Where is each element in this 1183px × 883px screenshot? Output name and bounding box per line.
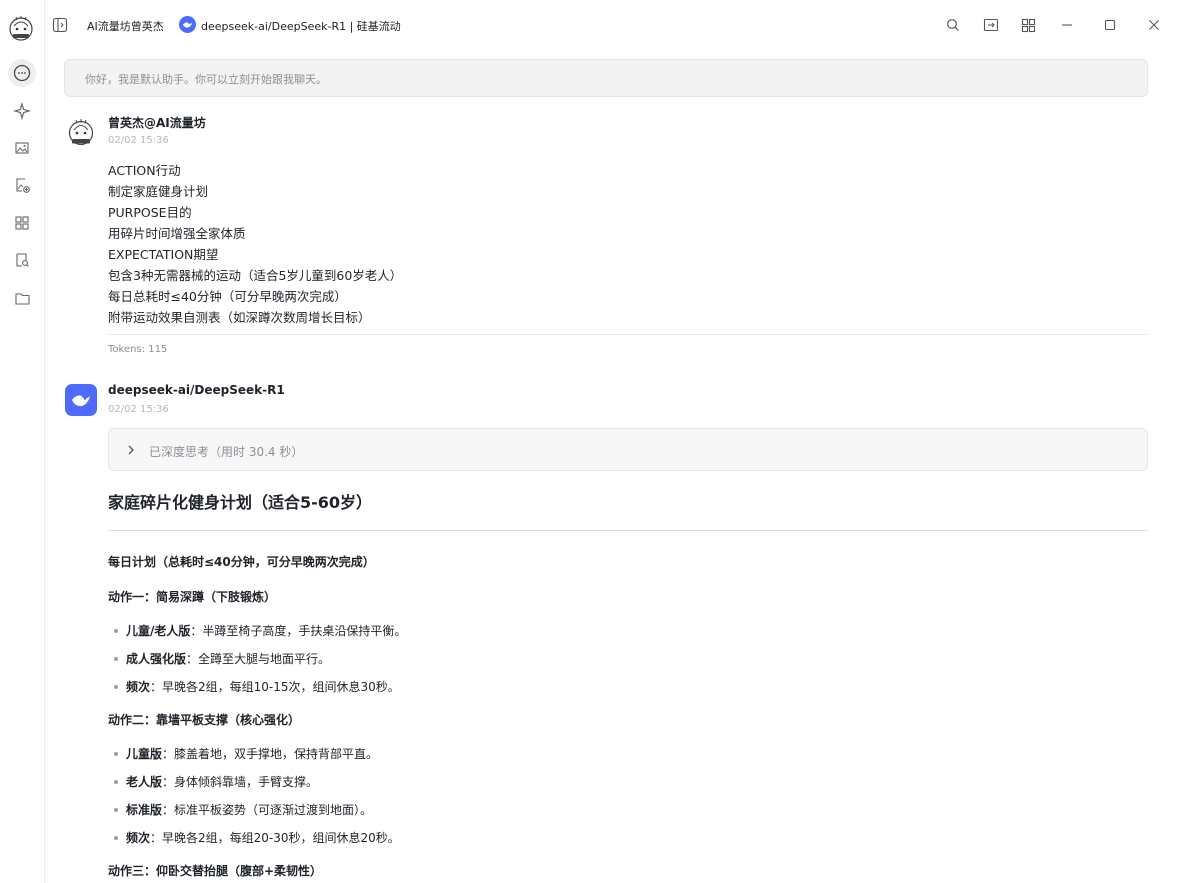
message-divider — [108, 334, 1148, 335]
robot-avatar-icon[interactable] — [6, 12, 36, 42]
model-name: deepseek-ai/DeepSeek-R1 — [108, 383, 285, 397]
rail-item-apps[interactable] — [8, 209, 36, 237]
search-icon — [947, 19, 959, 31]
list-item: 儿童/老人版：半蹲至椅子高度，手扶桌沿保持平衡。 — [114, 622, 406, 639]
thinking-label: 已深度思考（用时 30.4 秒） — [149, 445, 304, 459]
user-line: 制定家庭健身计划 — [108, 184, 209, 199]
model-message-time: 02/02 15:36 — [108, 404, 169, 415]
user-line: PURPOSE目的 — [108, 205, 192, 220]
image-icon — [15, 142, 29, 154]
assistant-title[interactable]: AI流量坊曾英杰 — [87, 18, 164, 34]
action-1-title: 动作一：简易深蹲（下肢锻炼） — [108, 590, 277, 604]
user-message-body: ACTION行动 制定家庭健身计划 PURPOSE目的 用碎片时间增强全家体质 … — [108, 160, 708, 328]
search-button[interactable] — [942, 14, 964, 36]
layout-grid-icon — [1021, 18, 1035, 32]
user-avatar[interactable] — [65, 115, 97, 147]
narrow-mode-button[interactable] — [980, 14, 1002, 36]
user-line: 用碎片时间增强全家体质 — [108, 226, 246, 241]
chat-app-window: AI流量坊曾英杰 deepseek-ai/DeepSeek-R1 | 硅基流动 — [0, 0, 1183, 883]
thinking-toggle[interactable]: 已深度思考（用时 30.4 秒） — [108, 428, 1148, 471]
apps-grid-icon — [15, 216, 29, 230]
chat-bubble-icon — [13, 64, 31, 82]
greeting-notice: 你好，我是默认助手。你可以立刻开始跟我聊天。 — [64, 59, 1148, 97]
rail-item-painting[interactable] — [8, 134, 36, 162]
user-line: 每日总耗时≤40分钟（可分早晚两次完成） — [108, 289, 347, 304]
chevron-right-icon — [128, 445, 134, 455]
sparkle-icon — [13, 102, 31, 120]
sidebar-toggle-icon[interactable] — [52, 17, 68, 33]
title-bar: AI流量坊曾英杰 deepseek-ai/DeepSeek-R1 | 硅基流动 — [45, 0, 1183, 52]
rail-item-agents[interactable] — [8, 97, 36, 125]
user-line: ACTION行动 — [108, 163, 181, 178]
list-item: 标准版：标准平板姿势（可逐渐过渡到地面）。 — [114, 801, 372, 818]
maximize-icon — [1104, 19, 1116, 31]
close-button[interactable] — [1143, 14, 1165, 36]
rail-item-files[interactable] — [8, 284, 36, 312]
action-3-title: 动作三：仰卧交替抬腿（腹部+柔韧性） — [108, 864, 323, 878]
layout-button[interactable] — [1017, 14, 1039, 36]
deepseek-logo-icon — [179, 16, 196, 33]
user-name: 曾英杰@AI流量坊 — [108, 116, 206, 130]
user-line: 附带运动效果自测表（如深蹲次数周增长目标） — [108, 310, 371, 325]
narrow-mode-icon — [983, 18, 999, 32]
model-avatar[interactable] — [65, 384, 97, 416]
folder-icon — [14, 292, 30, 305]
maximize-button[interactable] — [1099, 14, 1121, 36]
action-2-title: 动作二：靠墙平板支撑（核心强化） — [108, 713, 301, 727]
plan-title: 每日计划（总耗时≤40分钟，可分早晚两次完成） — [108, 555, 375, 569]
list-item: 成人强化版：全蹲至大腿与地面平行。 — [114, 650, 330, 667]
rail-item-knowledge[interactable] — [8, 246, 36, 274]
left-rail — [0, 0, 45, 883]
model-selector[interactable]: deepseek-ai/DeepSeek-R1 | 硅基流动 — [201, 18, 401, 34]
heading-rule — [108, 530, 1148, 531]
rail-item-chat[interactable] — [8, 59, 36, 87]
document-search-icon — [16, 253, 29, 267]
minimize-button[interactable] — [1056, 14, 1078, 36]
greeting-text: 你好，我是默认助手。你可以立刻开始跟我聊天。 — [85, 73, 327, 86]
close-icon — [1149, 20, 1159, 30]
user-line: 包含3种无需器械的运动（适合5岁儿童到60岁老人） — [108, 268, 403, 283]
minimize-icon — [1062, 24, 1072, 26]
user-message-time: 02/02 15:36 — [108, 135, 169, 146]
list-item: 频次：早晚各2组，每组10-15次，组间休息30秒。 — [114, 678, 400, 695]
token-count: Tokens: 115 — [108, 344, 168, 355]
rail-item-image-translate[interactable] — [8, 171, 36, 199]
list-item: 儿童版：膝盖着地，双手撑地，保持背部平直。 — [114, 745, 378, 762]
response-heading: 家庭碎片化健身计划（适合5-60岁） — [108, 493, 373, 512]
image-translate-icon — [15, 177, 30, 193]
list-item: 频次：早晚各2组，每组20-30秒，组间休息20秒。 — [114, 829, 400, 846]
list-item: 老人版：身体倾斜靠墙，手臂支撑。 — [114, 773, 318, 790]
user-line: EXPECTATION期望 — [108, 247, 219, 262]
